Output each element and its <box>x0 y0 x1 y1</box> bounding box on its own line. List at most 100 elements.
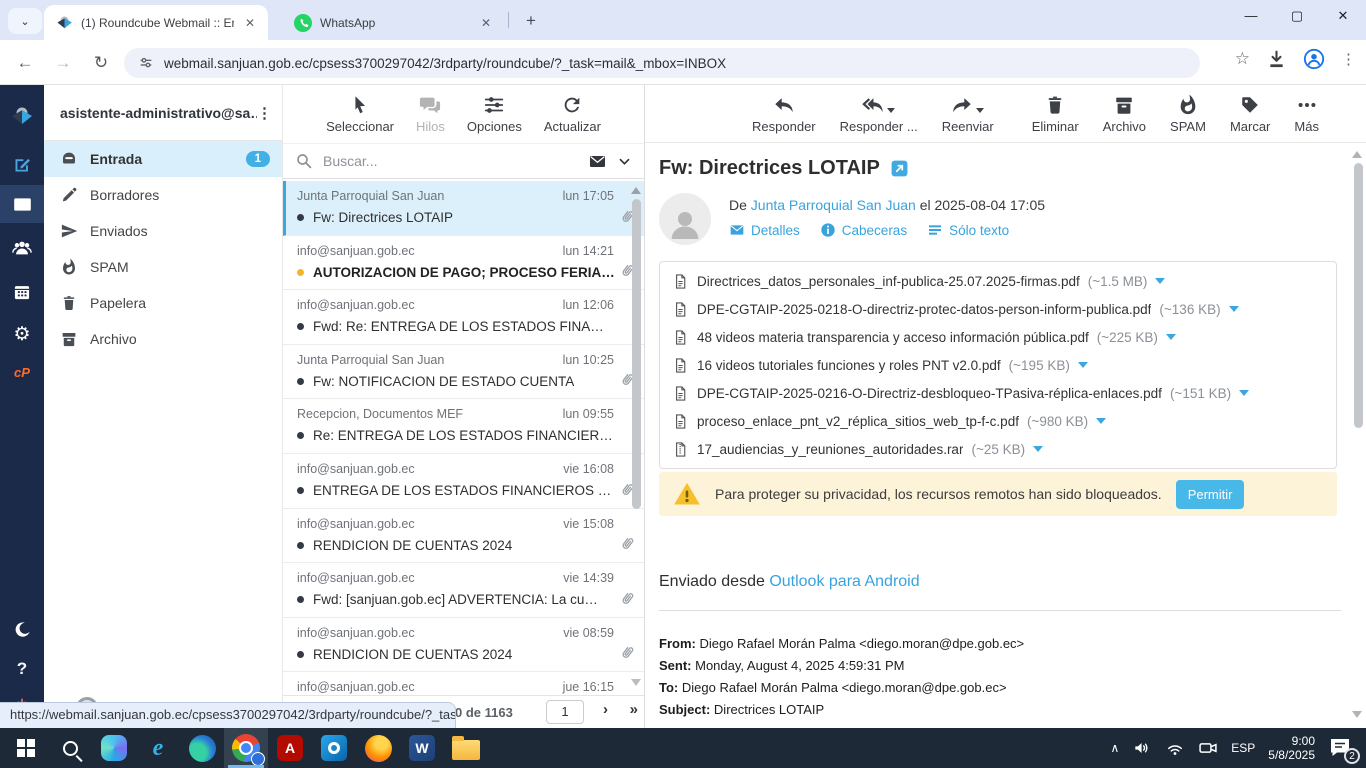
attachment-name[interactable]: Directrices_datos_personales_inf-publica… <box>697 274 1080 289</box>
address-bar[interactable]: webmail.sanjuan.gob.ec/cpsess3700297042/… <box>124 48 1200 78</box>
tab-whatsapp[interactable]: WhatsApp ✕ <box>282 5 504 40</box>
minimize-button[interactable]: — <box>1228 0 1274 34</box>
attachment-menu-caret-icon[interactable] <box>1078 362 1088 368</box>
profile-icon[interactable] <box>1303 48 1325 70</box>
attachment-name[interactable]: DPE-CGTAIP-2025-0218-O-directriz-protec-… <box>697 302 1151 317</box>
folder-sent[interactable]: Enviados <box>44 213 282 249</box>
attachment-row[interactable]: proceso_enlace_pnt_v2_réplica_sitios_web… <box>660 407 1336 435</box>
list-scroll-down-arrow[interactable] <box>631 679 641 686</box>
list-scroll-up-arrow[interactable] <box>631 187 641 194</box>
reload-button[interactable]: ↻ <box>88 50 114 76</box>
mark-button[interactable]: Marcar <box>1230 94 1270 134</box>
help-button[interactable]: ? <box>0 650 44 688</box>
attachment-menu-caret-icon[interactable] <box>1239 390 1249 396</box>
taskbar-search-button[interactable] <box>48 728 92 768</box>
message-row[interactable]: info@sanjuan.gob.eclun 12:06 Fwd: Re: EN… <box>283 290 644 345</box>
attachment-name[interactable]: 16 videos tutoriales funciones y roles P… <box>697 358 1001 373</box>
message-row[interactable]: info@sanjuan.gob.ecvie 08:59 RENDICION D… <box>283 618 644 673</box>
dark-mode-button[interactable] <box>0 610 44 648</box>
settings-nav-button[interactable]: ⚙ <box>0 315 44 353</box>
search-input[interactable] <box>323 153 578 169</box>
list-scrollbar[interactable] <box>632 199 641 509</box>
tab-close-icon[interactable]: ✕ <box>478 15 494 31</box>
more-button[interactable]: Más <box>1294 94 1319 134</box>
last-page-icon[interactable]: » <box>630 701 636 718</box>
page-number-box[interactable]: 1 <box>546 700 584 724</box>
reply-all-button[interactable]: Responder ... <box>840 94 918 134</box>
tray-expand-icon[interactable]: ∧ <box>1110 741 1119 755</box>
taskbar-copilot-button[interactable] <box>92 728 136 768</box>
notification-center-button[interactable]: 2 <box>1328 735 1354 761</box>
attachment-name[interactable]: proceso_enlace_pnt_v2_réplica_sitios_web… <box>697 414 1019 429</box>
reply-button[interactable]: Responder <box>752 94 816 134</box>
headers-link[interactable]: Cabeceras <box>820 222 907 238</box>
attachment-name[interactable]: DPE-CGTAIP-2025-0216-O-Directriz-desbloq… <box>697 386 1162 401</box>
attachment-row[interactable]: 16 videos tutoriales funciones y roles P… <box>660 351 1336 379</box>
calendar-nav-button[interactable] <box>0 273 44 311</box>
taskbar-ie-button[interactable]: e <box>136 728 180 768</box>
delete-button[interactable]: Eliminar <box>1032 94 1079 134</box>
mail-nav-button[interactable] <box>0 185 44 223</box>
reader-scroll-down-arrow[interactable] <box>1352 711 1362 718</box>
site-settings-icon[interactable] <box>138 55 154 71</box>
taskbar-word-button[interactable]: W <box>400 728 444 768</box>
threads-button[interactable]: Hilos <box>416 94 445 134</box>
attachment-menu-caret-icon[interactable] <box>1155 278 1165 284</box>
new-tab-button[interactable]: + <box>518 8 544 34</box>
archive-button[interactable]: Archivo <box>1103 94 1146 134</box>
start-button[interactable] <box>4 728 48 768</box>
downloads-icon[interactable] <box>1266 49 1287 70</box>
attachment-row[interactable]: 17_audiencias_y_reuniones_autoridades.ra… <box>660 435 1336 463</box>
wifi-icon[interactable] <box>1165 738 1185 758</box>
dropdown-caret-icon[interactable] <box>887 108 895 113</box>
message-row[interactable]: info@sanjuan.gob.eclun 14:21 AUTORIZACIO… <box>283 236 644 291</box>
message-row[interactable]: info@sanjuan.gob.ecvie 16:08 ENTREGA DE … <box>283 454 644 509</box>
search-scope-envelope-icon[interactable] <box>588 152 607 171</box>
back-button[interactable]: ← <box>12 50 38 76</box>
taskbar-explorer-button[interactable] <box>444 728 488 768</box>
allow-remote-button[interactable]: Permitir <box>1176 480 1245 509</box>
attachment-menu-caret-icon[interactable] <box>1166 334 1176 340</box>
plaintext-link[interactable]: Sólo texto <box>927 222 1009 238</box>
spam-button[interactable]: SPAM <box>1170 94 1206 134</box>
taskbar-edge-button[interactable] <box>180 728 224 768</box>
account-menu-icon[interactable]: ⋮ <box>257 104 272 122</box>
contacts-nav-button[interactable] <box>0 229 44 267</box>
attachment-row[interactable]: DPE-CGTAIP-2025-0216-O-Directriz-desbloq… <box>660 379 1336 407</box>
reader-scroll-up-arrow[interactable] <box>1352 151 1362 158</box>
volume-icon[interactable] <box>1132 738 1152 758</box>
maximize-button[interactable]: ▢ <box>1274 0 1320 34</box>
message-row[interactable]: info@sanjuan.gob.ecvie 14:39 Fwd: [sanju… <box>283 563 644 618</box>
dropdown-caret-icon[interactable] <box>976 108 984 113</box>
attachment-menu-caret-icon[interactable] <box>1096 418 1106 424</box>
tab-roundcube[interactable]: (1) Roundcube Webmail :: Entra ✕ <box>44 5 268 40</box>
folder-trash[interactable]: Papelera <box>44 285 282 321</box>
compose-button[interactable] <box>0 145 44 183</box>
open-in-new-window-icon[interactable] <box>890 159 909 178</box>
attachment-menu-caret-icon[interactable] <box>1033 446 1043 452</box>
attachment-row[interactable]: 48 videos materia transparencia y acceso… <box>660 323 1336 351</box>
folder-drafts[interactable]: Borradores <box>44 177 282 213</box>
message-row[interactable]: Junta Parroquial San Juanlun 10:25 Fw: N… <box>283 345 644 400</box>
cpanel-button[interactable]: cP <box>0 353 44 391</box>
message-row[interactable]: info@sanjuan.gob.ecjue 16:15 <box>283 672 644 695</box>
taskbar-outlook-button[interactable] <box>312 728 356 768</box>
tab-close-icon[interactable]: ✕ <box>242 15 258 31</box>
search-options-chevron-icon[interactable] <box>617 154 632 169</box>
message-row[interactable]: Junta Parroquial San Juanlun 17:05 Fw: D… <box>283 181 644 236</box>
outlook-link[interactable]: Outlook para Android <box>769 573 919 590</box>
select-button[interactable]: Seleccionar <box>326 94 394 134</box>
message-row[interactable]: Recepcion, Documentos MEFlun 09:55 Re: E… <box>283 399 644 454</box>
attachment-name[interactable]: 17_audiencias_y_reuniones_autoridades.ra… <box>697 442 963 457</box>
forward-button[interactable]: Reenviar <box>942 94 994 134</box>
message-row[interactable]: info@sanjuan.gob.ecvie 15:08 RENDICION D… <box>283 509 644 564</box>
close-button[interactable]: ✕ <box>1320 0 1366 34</box>
details-link[interactable]: Detalles <box>729 222 800 238</box>
forward-button[interactable]: → <box>50 50 76 76</box>
taskbar-firefox-button[interactable] <box>356 728 400 768</box>
reader-scrollbar[interactable] <box>1354 163 1363 428</box>
attachment-name[interactable]: 48 videos materia transparencia y acceso… <box>697 330 1089 345</box>
attachment-menu-caret-icon[interactable] <box>1229 306 1239 312</box>
attachment-row[interactable]: DPE-CGTAIP-2025-0218-O-directriz-protec-… <box>660 295 1336 323</box>
folder-inbox[interactable]: Entrada 1 <box>44 141 282 177</box>
